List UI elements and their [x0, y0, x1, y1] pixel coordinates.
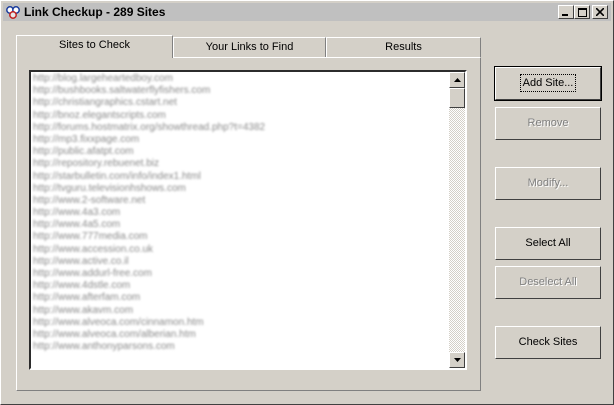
tab-content: http://blog.largeheartedboy.com http://b…	[16, 57, 481, 391]
list-item[interactable]: http://www.4dstle.com	[33, 280, 447, 292]
vertical-scrollbar[interactable]	[449, 72, 465, 368]
list-item[interactable]: http://christiangraphics.cstart.net	[33, 97, 447, 109]
arrow-down-icon	[453, 358, 461, 362]
tab-your-links-to-find[interactable]: Your Links to Find	[173, 37, 326, 57]
list-item[interactable]: http://www.afterfam.com	[33, 292, 447, 304]
list-item[interactable]: http://blog.largeheartedboy.com	[33, 73, 447, 85]
list-item[interactable]: http://mp3.fixxpage.com	[33, 134, 447, 146]
maximize-icon	[577, 7, 587, 17]
tab-strip: Sites to Check Your Links to Find Result…	[16, 35, 481, 58]
title-bar[interactable]: Link Checkup - 289 Sites	[3, 3, 611, 21]
app-window: Link Checkup - 289 Sites Sites to Check …	[0, 0, 614, 405]
minimize-button[interactable]	[558, 5, 574, 19]
list-item[interactable]: http://www.alveoca.com/alberian.htm	[33, 329, 447, 341]
list-item[interactable]: http://tvguru.televisionhshows.com	[33, 183, 447, 195]
list-item[interactable]: http://bushbooks.saltwaterflyfishers.com	[33, 85, 447, 97]
list-item[interactable]: http://www.777media.com	[33, 231, 447, 243]
modify-button[interactable]: Modify...	[495, 167, 601, 200]
app-icon[interactable]	[6, 5, 20, 19]
deselect-all-button[interactable]: Deselect All	[495, 266, 601, 299]
sites-list[interactable]: http://blog.largeheartedboy.com http://b…	[29, 70, 467, 370]
list-item[interactable]: http://forums.hostmatrix.org/showthread.…	[33, 122, 447, 134]
maximize-button[interactable]	[574, 5, 590, 19]
select-all-button[interactable]: Select All	[495, 227, 601, 260]
minimize-icon	[562, 14, 568, 16]
close-icon	[596, 8, 604, 16]
list-item[interactable]: http://www.addurl-free.com	[33, 268, 447, 280]
tab-panel: Sites to Check Your Links to Find Result…	[16, 35, 481, 391]
list-item[interactable]: http://repository.rebuenet.biz	[33, 158, 447, 170]
list-item[interactable]: http://www.active.co.il	[33, 256, 447, 268]
list-item[interactable]: http://www.4a3.com	[33, 207, 447, 219]
tab-sites-to-check[interactable]: Sites to Check	[16, 35, 173, 58]
remove-button[interactable]: Remove	[495, 107, 601, 140]
add-site-label: Add Site...	[519, 74, 577, 92]
list-item[interactable]: http://www.accession.co.uk	[33, 244, 447, 256]
window-title: Link Checkup - 289 Sites	[24, 5, 166, 19]
sites-list-items: http://blog.largeheartedboy.com http://b…	[33, 73, 447, 353]
scroll-up-button[interactable]	[449, 72, 465, 88]
add-site-button[interactable]: Add Site...	[494, 66, 602, 101]
arrow-up-icon	[453, 78, 461, 82]
scroll-down-button[interactable]	[449, 352, 465, 368]
list-item[interactable]: http://www.akavm.com	[33, 305, 447, 317]
list-item[interactable]: http://starbulletin.com/info/index1.html	[33, 171, 447, 183]
scroll-thumb[interactable]	[449, 88, 465, 108]
check-sites-button[interactable]: Check Sites	[495, 326, 601, 359]
list-item[interactable]: http://public.afatpt.com	[33, 146, 447, 158]
list-item[interactable]: http://www.alveoca.com/cinnamon.htm	[33, 317, 447, 329]
list-item[interactable]: http://www.anthonyparsons.com	[33, 341, 447, 353]
list-item[interactable]: http://bnoz.elegantscripts.com	[33, 110, 447, 122]
list-item[interactable]: http://www.2-software.net	[33, 195, 447, 207]
tab-results[interactable]: Results	[326, 37, 481, 57]
list-item[interactable]: http://www.4a5.com	[33, 219, 447, 231]
close-button[interactable]	[592, 5, 608, 19]
